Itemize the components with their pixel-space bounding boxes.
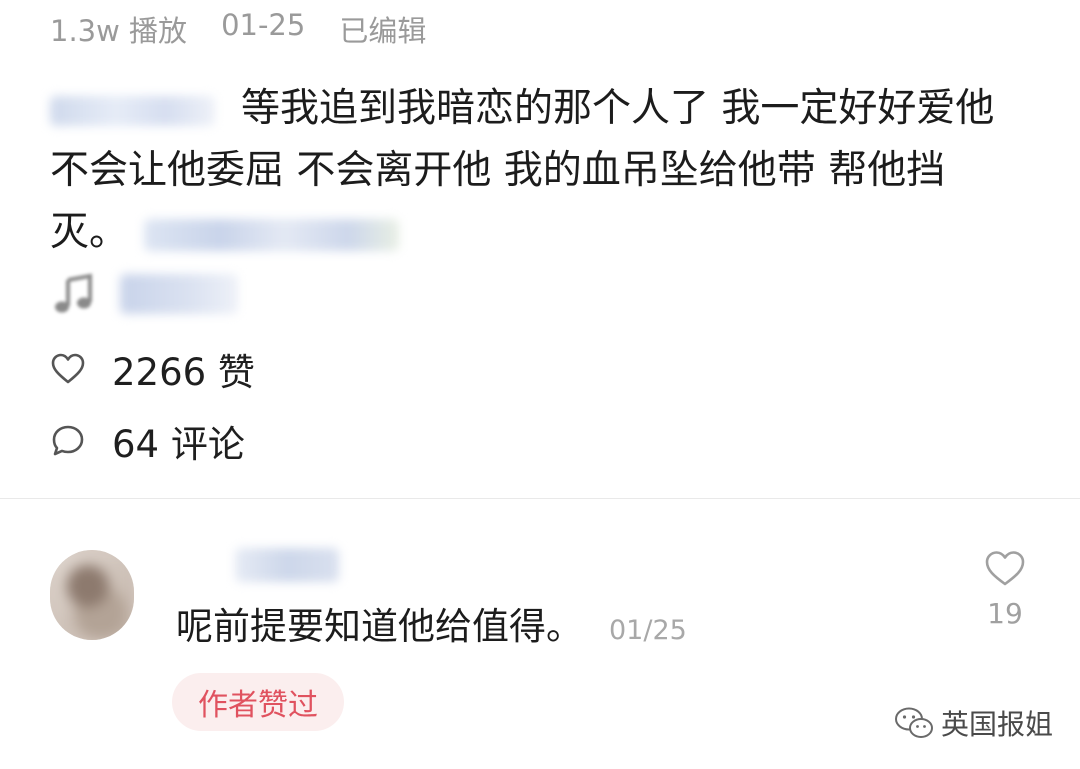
section-divider	[0, 498, 1080, 499]
comment-date: 01/25	[609, 615, 687, 646]
avatar[interactable]	[50, 550, 134, 640]
comment-bubble-icon	[52, 425, 84, 456]
post-line-1: 等我追到我暗恋的那个人了 我一定好好爱他	[50, 78, 1040, 140]
heart-icon	[985, 551, 1025, 586]
author-liked-badge: 作者赞过	[172, 673, 344, 731]
likes-stat[interactable]: 2266 赞	[50, 342, 255, 396]
comments-count: 64 评论	[112, 423, 245, 466]
post-text-1: 等我追到我暗恋的那个人了 我一定好好爱他	[241, 86, 995, 131]
play-count: 1.3w 播放	[50, 14, 188, 48]
music-title-blurred	[120, 274, 238, 314]
commenter-name-blurred[interactable]	[235, 548, 339, 582]
watermark-text: 英国报姐	[941, 708, 1054, 741]
mention-blurred[interactable]	[50, 95, 215, 126]
comment-body: 呢前提要知道他给值得。 01/25	[176, 596, 687, 650]
comment-like-count: 19	[987, 597, 1023, 630]
music-row[interactable]	[50, 270, 238, 318]
edited-label: 已编辑	[339, 14, 427, 48]
music-note-icon	[50, 270, 98, 318]
post-detail-page: 1.3w 播放 01-25 已编辑 等我追到我暗恋的那个人了 我一定好好爱他 不…	[0, 0, 1080, 769]
post-date: 01-25	[221, 8, 306, 42]
wechat-icon	[895, 707, 933, 738]
watermark: 英国报姐	[893, 703, 1053, 743]
comment-like-button[interactable]: 19	[982, 549, 1028, 630]
post-body: 等我追到我暗恋的那个人了 我一定好好爱他 不会让他委屈 不会离开他 我的血吊坠给…	[50, 78, 1040, 264]
post-line-3: 灭。	[50, 202, 1040, 264]
post-meta: 1.3w 播放 01-25 已编辑	[50, 8, 426, 50]
comment-text: 呢前提要知道他给值得。	[176, 605, 583, 648]
hashtags-blurred[interactable]	[144, 218, 400, 251]
comments-stat[interactable]: 64 评论	[50, 414, 245, 468]
likes-count: 2266 赞	[112, 351, 255, 394]
post-text-3: 灭。	[50, 210, 129, 255]
heart-icon	[51, 353, 85, 384]
post-line-2: 不会让他委屈 不会离开他 我的血吊坠给他带 帮他挡	[50, 148, 946, 193]
